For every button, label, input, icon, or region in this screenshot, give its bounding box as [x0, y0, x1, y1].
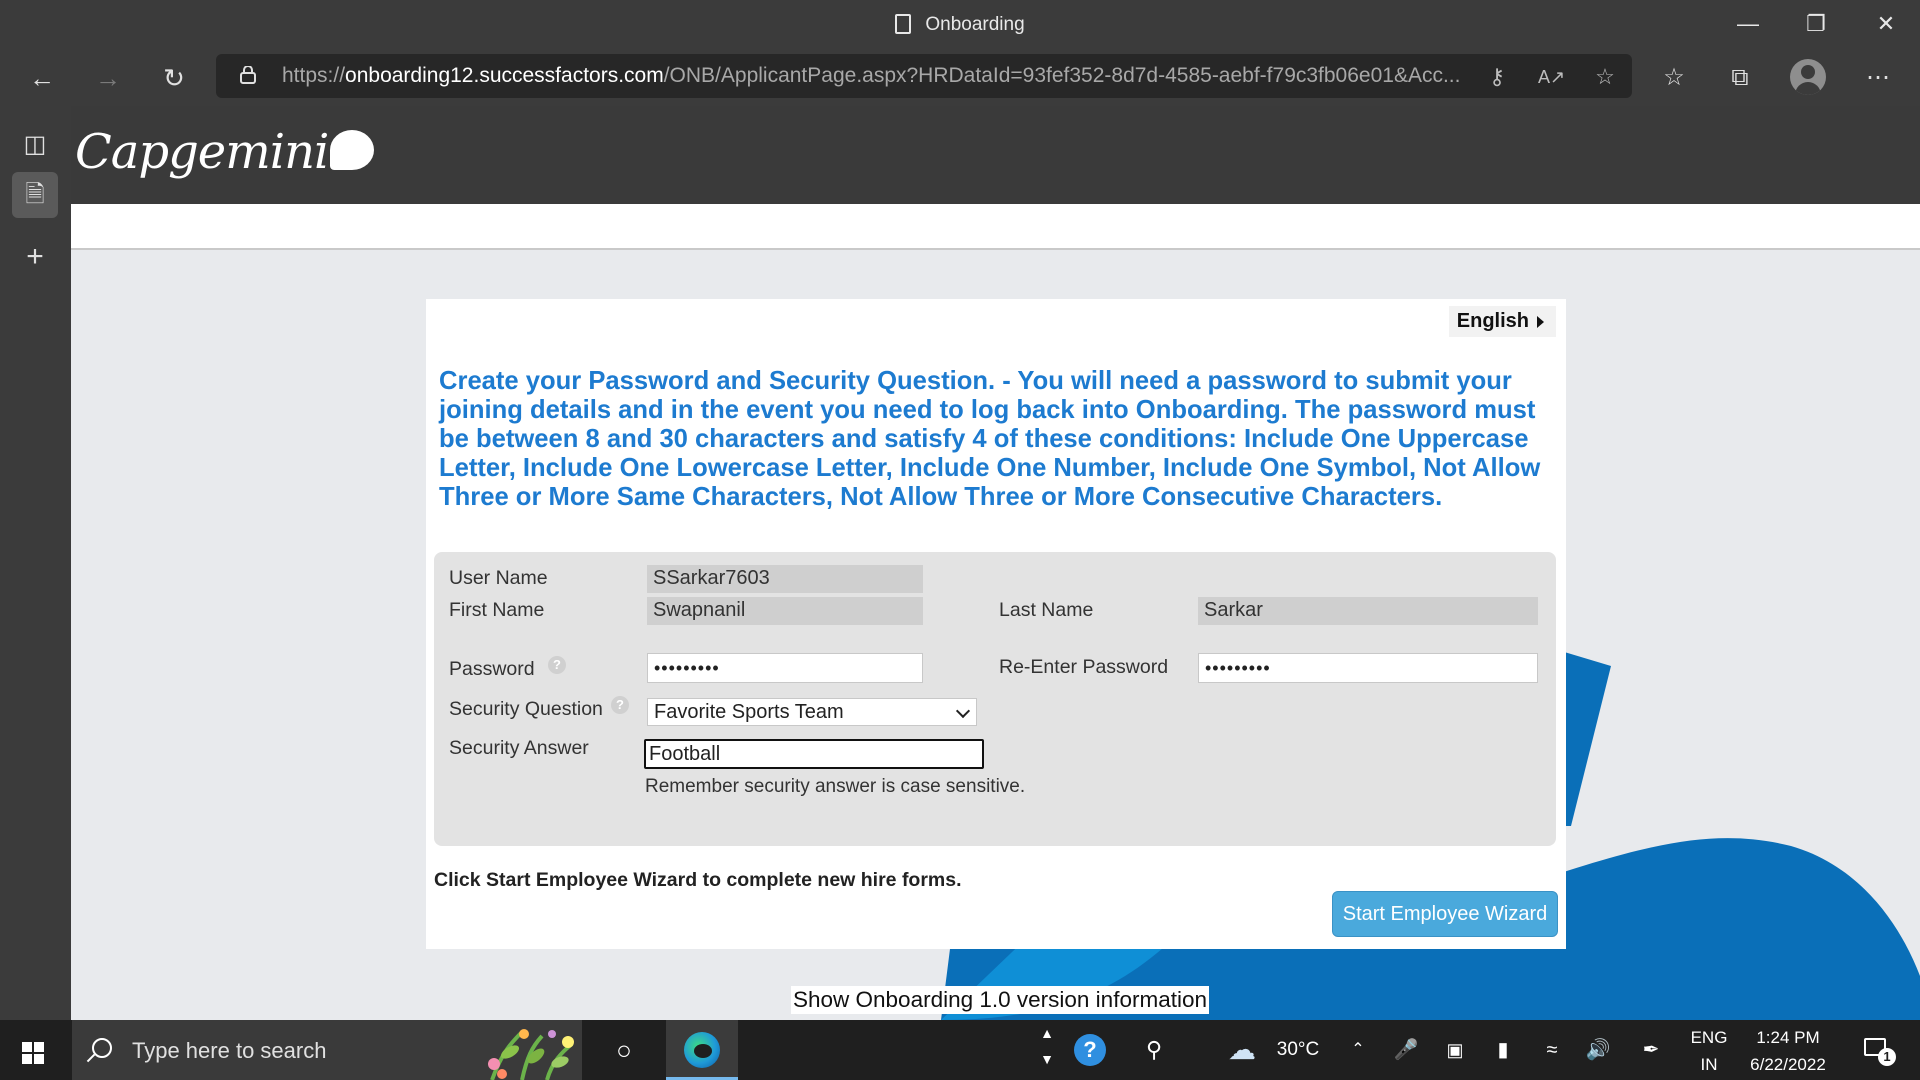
username-field: SSarkar7603	[647, 565, 923, 593]
lastname-label: Last Name	[999, 599, 1094, 621]
document-icon	[895, 14, 912, 34]
language-label: English	[1456, 310, 1529, 332]
back-button[interactable]: ←	[22, 58, 62, 98]
weather-cloud-icon[interactable]: ☁	[1220, 1020, 1264, 1080]
spade-logo-icon	[330, 130, 375, 170]
case-sensitive-hint: Remember security answer is case sensiti…	[645, 776, 1026, 797]
favorites-icon[interactable]: ☆	[1656, 60, 1692, 96]
meet-now-icon[interactable]: ▣	[1440, 1020, 1470, 1080]
minimize-button[interactable]: —	[1728, 8, 1768, 40]
caret-right-icon	[1537, 316, 1544, 328]
security-answer-input[interactable]: Football	[644, 739, 984, 769]
weather-temperature[interactable]: 30°C	[1268, 1020, 1328, 1080]
pen-ink-icon[interactable]: ✒	[1636, 1020, 1666, 1080]
volume-icon[interactable]: 🔊	[1582, 1020, 1614, 1080]
instructions-heading: Create your Password and Security Questi…	[439, 367, 1541, 511]
clock-date: 6/22/2022	[1750, 1055, 1826, 1074]
version-info-link[interactable]: Show Onboarding 1.0 version information	[791, 986, 1209, 1014]
url-host: onboarding12.successfactors.com	[345, 64, 664, 87]
chevron-down-icon	[955, 703, 971, 719]
more-options-icon[interactable]: ⋯	[1860, 60, 1896, 96]
url-prefix: https://	[282, 64, 346, 87]
add-favorite-icon[interactable]: ☆	[1592, 64, 1618, 90]
address-bar-row: ← → ↻ https://onboarding12.successfactor…	[0, 50, 1920, 106]
language-selector[interactable]: English	[1448, 306, 1556, 337]
reenter-password-label: Re-Enter Password	[999, 656, 1169, 678]
lock-icon	[240, 66, 256, 84]
wizard-instruction: Click Start Employee Wizard to complete …	[434, 869, 962, 891]
tray-scroll-arrows[interactable]: ▲ ▼	[1036, 1020, 1058, 1080]
key-icon[interactable]: ⚷	[1484, 64, 1510, 90]
security-answer-label: Security Answer	[449, 737, 589, 759]
refresh-button[interactable]: ↻	[154, 58, 194, 98]
clock[interactable]: 1:24 PM 6/22/2022	[1736, 1020, 1840, 1080]
battery-icon[interactable]: ▮	[1486, 1020, 1520, 1080]
vertical-tab-strip: ◫ 🗎 +	[0, 106, 71, 1020]
username-label: User Name	[449, 567, 548, 589]
collections-icon[interactable]: ⧉	[1722, 60, 1758, 96]
region-code: IN	[1700, 1055, 1718, 1074]
password-help-icon[interactable]: ?	[548, 656, 566, 674]
lastname-field: Sarkar	[1198, 597, 1538, 625]
password-card: English Create your Password and Securit…	[426, 299, 1566, 949]
tab-title: Onboarding	[925, 14, 1025, 35]
taskbar: Type here to search ○ ▲ ▼ ? ⚲ ☁ 30°C ⌃ 🎤 …	[0, 1020, 1920, 1080]
help-icon[interactable]: ?	[1070, 1020, 1110, 1080]
web-page: Capgemini English Create your Password a…	[71, 106, 1920, 1020]
forward-button[interactable]: →	[88, 58, 128, 98]
notifications-icon[interactable]: 1	[1856, 1020, 1900, 1080]
window-title: Onboarding	[0, 14, 1920, 36]
profile-avatar[interactable]	[1790, 59, 1826, 95]
read-aloud-icon[interactable]: A↗	[1538, 64, 1565, 90]
active-tab-onboarding[interactable]: 🗎	[12, 172, 58, 218]
address-bar[interactable]: https://onboarding12.successfactors.com/…	[216, 54, 1632, 98]
logo-text: Capgemini	[75, 124, 329, 180]
wifi-icon[interactable]: ≈	[1536, 1020, 1568, 1080]
tab-actions-icon[interactable]: ◫	[12, 122, 58, 168]
notification-count: 1	[1878, 1048, 1896, 1066]
firstname-field: Swapnanil	[647, 597, 923, 625]
windows-start-button[interactable]	[14, 1034, 58, 1068]
password-input[interactable]: •••••••••	[647, 653, 923, 683]
security-question-value: Favorite Sports Team	[654, 701, 844, 723]
url-path: /ONB/ApplicantPage.aspx?HRDataId=93fef35…	[663, 64, 1461, 87]
search-placeholder: Type here to search	[132, 1038, 327, 1063]
close-button[interactable]: ✕	[1866, 8, 1906, 40]
security-question-select[interactable]: Favorite Sports Team	[647, 698, 977, 726]
firstname-label: First Name	[449, 599, 545, 621]
url-text: https://onboarding12.successfactors.com/…	[282, 64, 1462, 88]
start-employee-wizard-button[interactable]: Start Employee Wizard	[1332, 891, 1558, 937]
people-search-icon[interactable]: ⚲	[1134, 1020, 1174, 1080]
restore-button[interactable]: ❐	[1796, 8, 1836, 40]
edge-taskbar-button[interactable]	[666, 1020, 738, 1080]
security-question-help-icon[interactable]: ?	[611, 696, 629, 714]
language-code: ENG	[1690, 1028, 1728, 1047]
taskbar-search-box[interactable]: Type here to search	[72, 1020, 582, 1080]
language-indicator[interactable]: ENG IN	[1684, 1020, 1734, 1080]
title-bar: Onboarding — ❐ ✕	[0, 0, 1920, 50]
brand-header: Capgemini	[71, 106, 1920, 204]
new-tab-icon[interactable]: +	[12, 234, 58, 280]
search-icon	[92, 1038, 112, 1058]
show-hidden-icons-chevron[interactable]: ⌃	[1344, 1020, 1372, 1080]
flowers-illustration-icon	[488, 1029, 574, 1080]
task-view-icon[interactable]: ○	[604, 1032, 644, 1068]
security-question-label: Security Question	[449, 698, 603, 720]
sub-header-bar	[71, 204, 1920, 250]
clock-time: 1:24 PM	[1756, 1028, 1820, 1047]
reenter-password-input[interactable]: •••••••••	[1198, 653, 1538, 683]
password-label: Password	[449, 658, 535, 680]
edge-icon	[684, 1032, 720, 1068]
microphone-icon[interactable]: 🎤	[1392, 1020, 1420, 1080]
capgemini-logo: Capgemini	[75, 124, 375, 180]
account-form: User Name SSarkar7603 First Name Swapnan…	[434, 552, 1556, 846]
